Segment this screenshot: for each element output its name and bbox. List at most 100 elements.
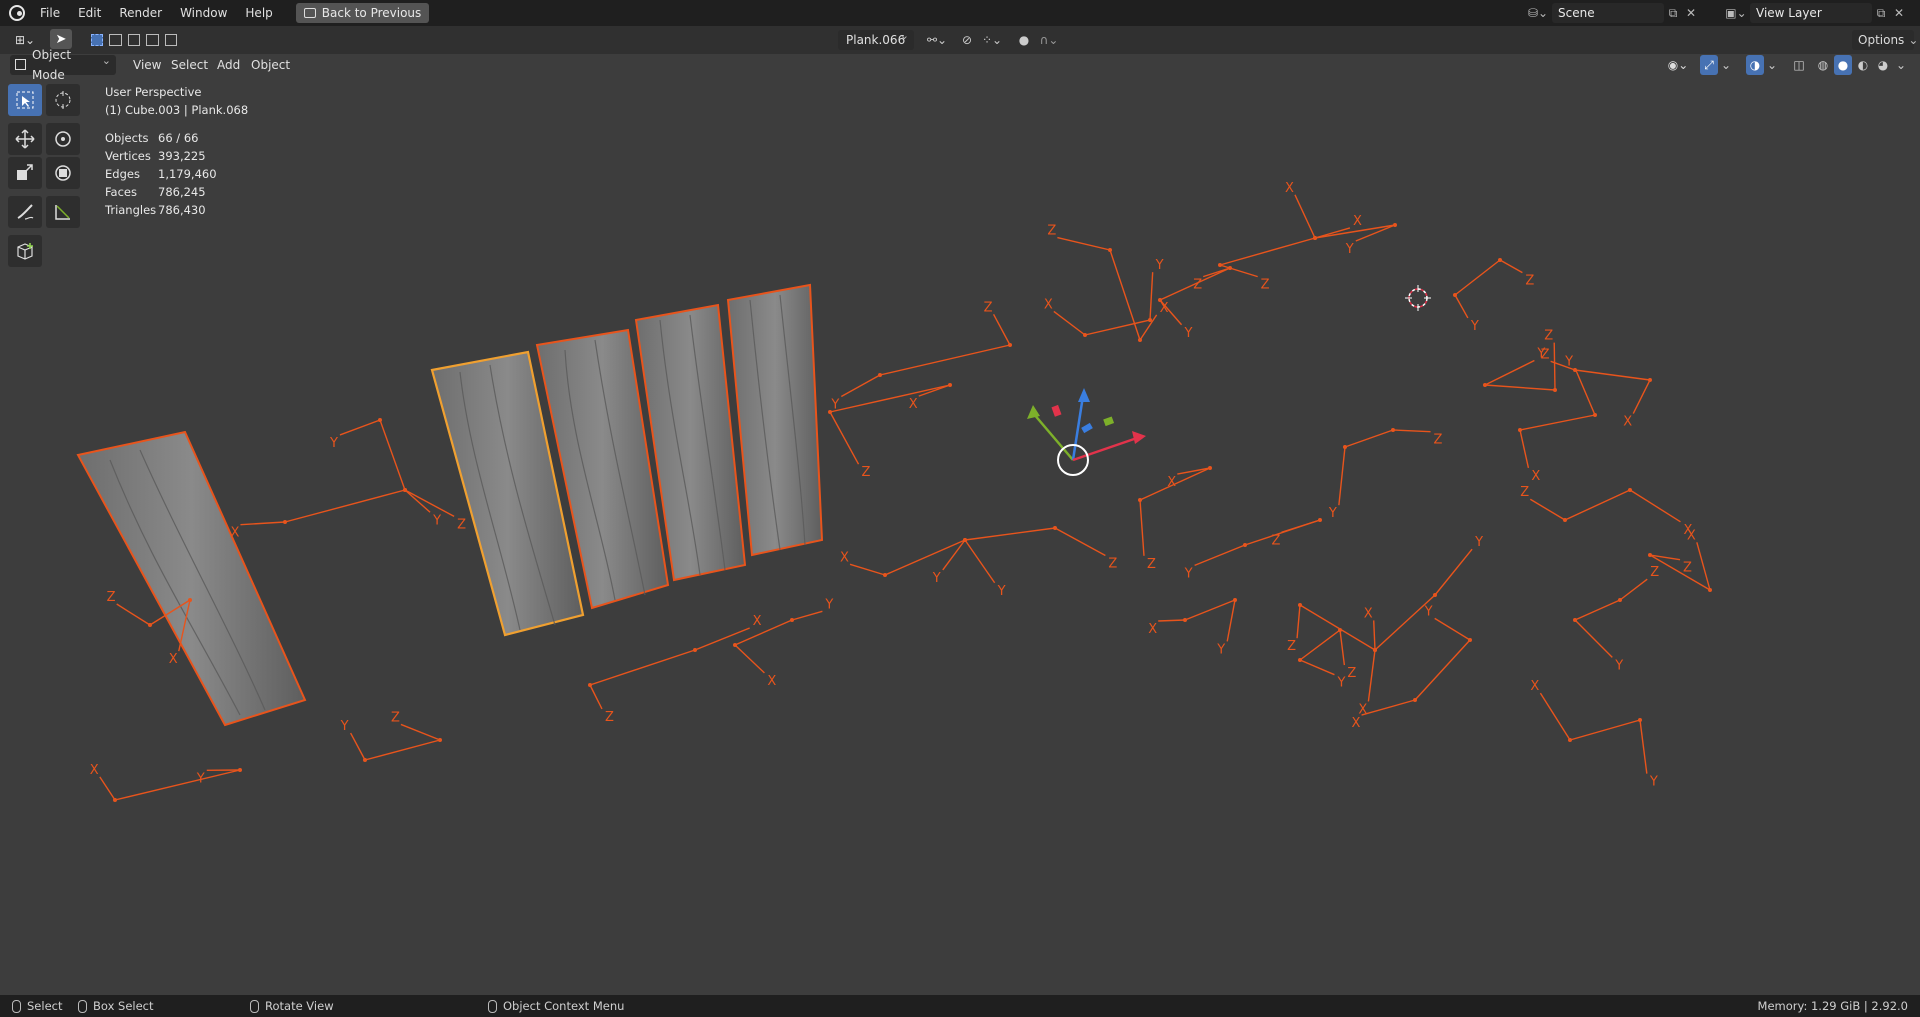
solid-shading-icon[interactable]: ● [1834,55,1852,75]
mouse-right-icon [488,999,497,1013]
back-to-previous-button[interactable]: Back to Previous [295,3,430,23]
move-icon[interactable] [8,123,42,155]
armature-axis [1139,499,1145,556]
overlays-toggle-icon[interactable]: ◑ [1746,55,1764,75]
perspective-label: User Perspective [105,85,202,99]
menu-edit[interactable]: Edit [69,0,110,26]
armature-axis-label: Y [432,513,441,528]
armature-axis [1553,342,1556,391]
mode-dropdown[interactable]: Object Mode [10,48,116,82]
gizmo-dropdown-icon[interactable]: ⌄ [1720,55,1732,75]
proportional-editing-icon[interactable]: ● [1016,30,1032,50]
overlays-dropdown-icon[interactable]: ⌄ [1766,55,1778,75]
cursor-icon[interactable] [46,84,80,116]
armature-axis-label: Y [196,771,205,786]
armature-joint [790,618,794,622]
shading-dropdown-icon[interactable]: ⌄ [1894,55,1908,75]
armature-axis [1338,446,1346,506]
armature-axis-label: X [840,550,849,565]
3d-viewport[interactable]: XYYZZXXYYZZXXYYZZXXYYZZXXYYZZXXYYZZXXYYZ… [0,54,1920,995]
rotate-icon[interactable] [46,123,80,155]
transform-pivot-icon[interactable]: ⚯⌄ [922,30,952,50]
armature-axis [1361,699,1416,716]
armature-axis-label: Y [1216,642,1225,657]
annotate-icon[interactable] [8,196,42,228]
options-dropdown[interactable]: Options ⌄ [1852,30,1918,50]
gizmo-toggle-icon[interactable]: ⤢ [1700,55,1718,75]
scale-icon[interactable] [8,157,42,189]
blender-logo-icon[interactable] [9,5,25,21]
armature-axis [1194,544,1246,567]
select-menu[interactable]: Select [164,55,215,75]
armature-joint [238,768,242,772]
armature-joint [1391,428,1395,432]
view-layer-name-field[interactable]: View Layer [1750,3,1872,23]
armature-bone [1414,639,1471,701]
menu-render[interactable]: Render [110,0,171,26]
subtract-selection-icon[interactable] [127,34,141,46]
menu-window[interactable]: Window [171,0,236,26]
menu-help[interactable]: Help [236,0,281,26]
armature-axis-label: Y [1345,242,1354,257]
armature-bone [1519,414,1596,431]
armature-axis [400,723,441,741]
transform-icon[interactable] [46,157,80,189]
armature-axis-label: Y [1564,354,1573,369]
armature-bone [1219,237,1316,266]
view-menu[interactable]: View [126,55,168,75]
armature-joint [1243,543,1247,547]
armature-axis-label: X [169,652,178,667]
armature-bone [964,527,1056,541]
armature-axis-label: Z [605,710,614,725]
mouse-left-icon [12,999,21,1013]
armature-joint [1498,258,1502,262]
snap-toggle-icon[interactable]: ⊘ [958,30,976,50]
armature-axis [1339,629,1346,666]
scene-name-field[interactable]: Scene [1552,3,1664,23]
menu-file[interactable]: File [31,0,69,26]
measure-icon[interactable] [46,196,80,228]
armature-joint [883,573,887,577]
armature-axis-label: X [90,763,99,778]
material-shading-icon[interactable]: ◐ [1854,55,1872,75]
armature-bone [284,489,406,523]
falloff-icon[interactable]: ∩⌄ [1036,30,1062,50]
stat-value: 66 / 66 [158,131,199,145]
object-menu[interactable]: Object [244,55,297,75]
armature-axis-label: X [1167,475,1176,490]
new-scene-icon[interactable]: ⧉ [1664,4,1682,22]
armature-axis [1629,489,1681,523]
armature-bone [379,419,406,491]
stat-value: 786,430 [158,203,206,217]
scene-browse-icon[interactable]: ⛁⌄ [1524,4,1552,22]
armature-joint [1313,236,1317,240]
new-view-layer-icon[interactable]: ⧉ [1872,4,1890,22]
snap-target-icon[interactable]: ⁘⌄ [978,30,1006,50]
armature-axis [1454,294,1469,319]
add-cube-icon[interactable] [8,235,42,267]
wireframe-shading-icon[interactable]: ◍ [1814,55,1832,75]
armature-joint [733,643,737,647]
3d-cursor[interactable] [1405,285,1431,311]
rendered-shading-icon[interactable]: ◕ [1874,55,1892,75]
delete-scene-icon[interactable]: ✕ [1682,4,1700,22]
stat-label: Vertices [105,149,151,163]
select-box-icon[interactable] [8,84,42,116]
stat-value: 393,225 [158,149,206,163]
transform-gizmo[interactable] [1027,388,1146,476]
armature-joint [378,418,382,422]
armature-joint [1218,263,1222,267]
view-layer-browse-icon[interactable]: ▣⌄ [1722,4,1750,22]
visibility-icon[interactable]: ◉⌄ [1664,55,1692,75]
active-object-dropdown[interactable]: Plank.066 [838,26,914,50]
extend-selection-icon[interactable] [109,34,122,46]
delete-view-layer-icon[interactable]: ✕ [1890,4,1908,22]
plank-mesh[interactable] [76,430,307,727]
add-menu[interactable]: Add [210,55,247,75]
xray-toggle-icon[interactable]: ◫ [1790,55,1808,75]
armature-joint [1453,293,1457,297]
invert-selection-icon[interactable] [146,34,159,46]
armature-axis-label: Y [824,597,833,612]
armature-axis [1054,527,1106,557]
intersect-selection-icon[interactable] [164,34,178,46]
